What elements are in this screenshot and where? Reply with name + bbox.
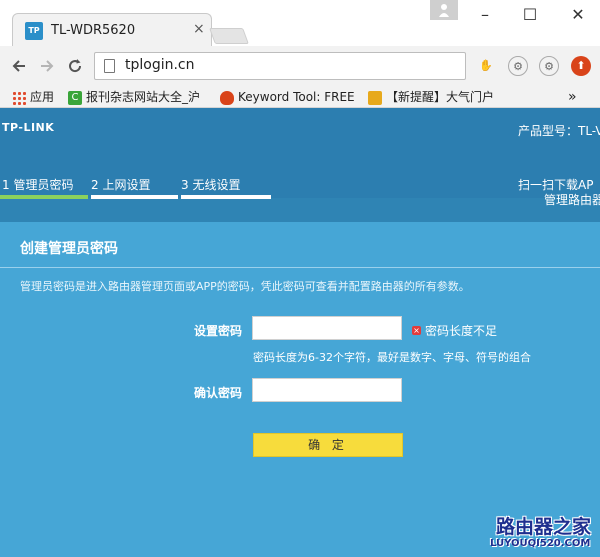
trophy-icon: [368, 90, 382, 105]
tp-favicon-icon: TP: [25, 22, 43, 40]
tab-close-icon[interactable]: ×: [193, 21, 205, 37]
confirm-button[interactable]: 确 定: [253, 433, 403, 457]
step-bar: [91, 195, 178, 199]
router-header: TP-LINK 产品型号：TL-V 1 管理员密码 2 上网设置 3 无线设置 …: [0, 108, 600, 207]
confirm-password-input[interactable]: [252, 378, 402, 402]
browser-titlebar: TP TL-WDR5620 × – ☐ ✕: [0, 0, 600, 47]
confirm-password-label: 确认密码: [194, 386, 243, 400]
bookmarks-bar: 应用 C 报刊杂志网站大全_沪 Keyword Tool: FREE 【新提醒】大…: [0, 86, 600, 108]
error-icon: ×: [412, 326, 421, 335]
browser-tab-active[interactable]: TP TL-WDR5620 ×: [12, 13, 212, 47]
watermark: 路由器之家 LUYOUQI520.COM: [478, 512, 600, 557]
browser-toolbar: tplogin.cn ✋ ⚙ ⚙ ⬆: [0, 46, 600, 86]
bookmarks-overflow-button[interactable]: »: [568, 88, 588, 106]
c-badge-icon: C: [68, 90, 82, 105]
panel-title: 创建管理员密码: [20, 241, 118, 257]
flame-icon: [220, 90, 234, 105]
bookmark-2[interactable]: Keyword Tool: FREE: [220, 88, 356, 106]
step-internet: 2 上网设置: [91, 178, 151, 192]
new-tab-button[interactable]: [209, 28, 249, 44]
step-bar-active: [0, 195, 88, 199]
create-password-panel: 创建管理员密码 管理员密码是进入路由器管理页面或APP的密码，凭此密码可查看并配…: [0, 222, 600, 557]
reload-button[interactable]: [64, 55, 86, 77]
extension-icon-1[interactable]: ⚙: [508, 56, 528, 76]
router-page: TP-LINK 产品型号：TL-V 1 管理员密码 2 上网设置 3 无线设置 …: [0, 108, 600, 557]
error-message: 密码长度不足: [425, 324, 498, 338]
page-icon: [104, 59, 115, 73]
user-icon: [439, 4, 449, 17]
bookmark-3[interactable]: 【新提醒】大气门户: [368, 88, 504, 106]
url-text[interactable]: tplogin.cn: [125, 57, 195, 73]
maximize-button[interactable]: ☐: [515, 4, 545, 26]
divider: [0, 267, 600, 268]
update-arrow-icon[interactable]: ⬆: [571, 56, 591, 76]
bookmark-apps[interactable]: 应用: [12, 88, 62, 106]
step-wireless: 3 无线设置: [181, 178, 241, 192]
model-label: 产品型号：TL-V: [518, 124, 600, 138]
qr-manage-text: 管理路由器: [544, 193, 600, 207]
watermark-main: 路由器之家: [496, 516, 592, 538]
extension-icon-2[interactable]: ⚙: [539, 56, 559, 76]
password-hint: 密码长度为6-32个字符，最好是数字、字母、符号的组合: [253, 351, 531, 364]
step-bar: [181, 195, 271, 199]
address-bar[interactable]: tplogin.cn: [94, 52, 466, 80]
forward-button[interactable]: [36, 55, 58, 77]
set-password-input[interactable]: [252, 316, 402, 340]
panel-description: 管理员密码是进入路由器管理页面或APP的密码，凭此密码可查看并配置路由器的所有参…: [20, 280, 470, 293]
hand-extension-icon[interactable]: ✋: [476, 56, 496, 76]
tab-title: TL-WDR5620: [51, 23, 136, 38]
set-password-label: 设置密码: [194, 324, 243, 338]
apps-grid-icon: [12, 90, 26, 105]
minimize-button[interactable]: –: [470, 4, 500, 26]
arrow-right-icon: [41, 60, 54, 72]
back-button[interactable]: [8, 55, 30, 77]
arrow-left-icon: [12, 60, 25, 72]
watermark-sub: LUYOUQI520.COM: [490, 538, 591, 549]
brand-logo: TP-LINK: [2, 121, 55, 134]
bookmark-1[interactable]: C 报刊杂志网站大全_沪: [68, 88, 208, 106]
step-admin-password: 1 管理员密码: [2, 178, 74, 192]
reload-icon: [69, 59, 82, 73]
profile-button[interactable]: [430, 0, 458, 20]
close-window-button[interactable]: ✕: [563, 4, 593, 26]
